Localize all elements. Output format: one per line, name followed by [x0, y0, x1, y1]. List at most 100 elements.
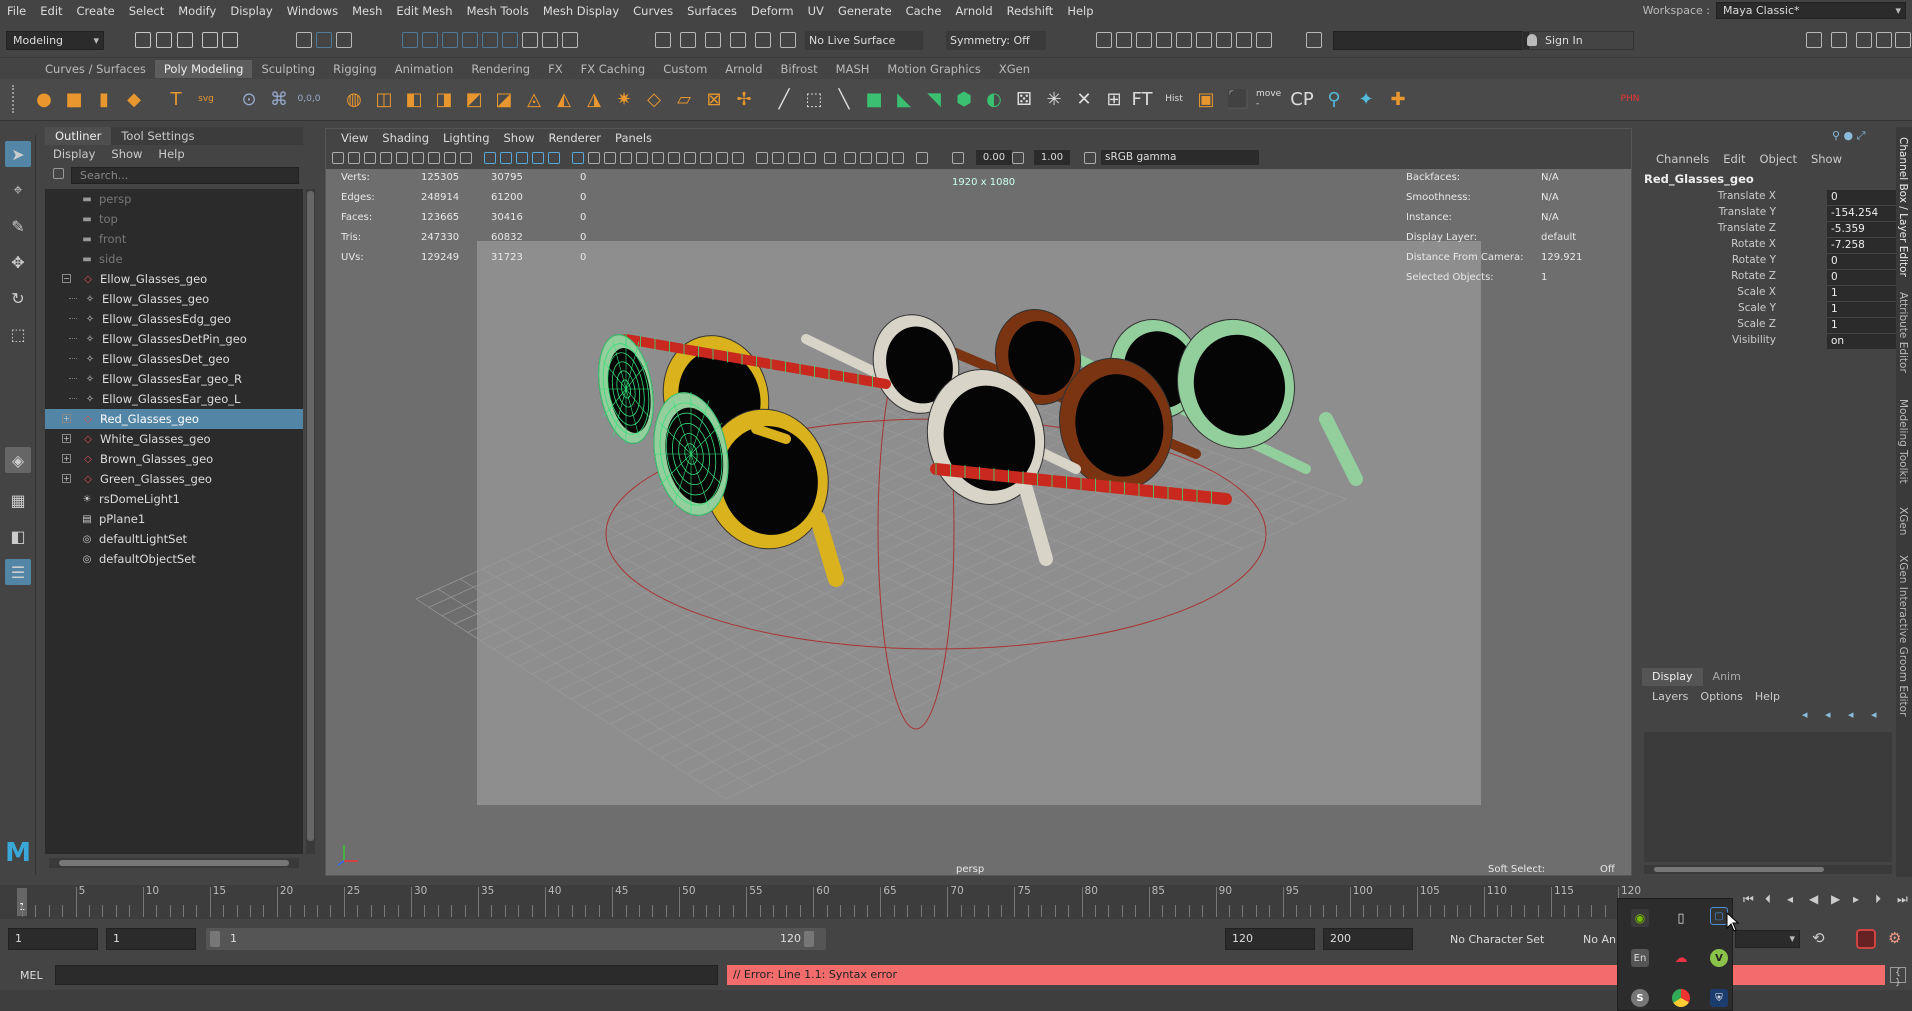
viewport-tool-icon-32[interactable]	[860, 152, 872, 164]
diamond-icon[interactable]: ◆	[120, 85, 148, 113]
shelf-menu-icon[interactable]	[12, 85, 22, 113]
move-icon[interactable]: move -	[1256, 85, 1284, 113]
render-current-icon[interactable]	[1116, 32, 1132, 48]
viewport-tool-icon-25[interactable]	[732, 152, 744, 164]
menu-cache[interactable]: Cache	[899, 4, 949, 18]
viewport-tool-icon-29[interactable]	[804, 152, 816, 164]
viewport-tool-icon-2[interactable]	[348, 152, 360, 164]
channel-box-object-name[interactable]: Red_Glasses_geo	[1644, 172, 1754, 186]
play-forward-icon[interactable]: ▶	[1831, 892, 1840, 906]
layer-up-icon[interactable]: ◂	[1802, 708, 1808, 721]
step-forward-icon[interactable]: ▸	[1853, 892, 1859, 906]
creative-cloud-icon[interactable]: ☁	[1672, 949, 1690, 967]
select-component-icon[interactable]	[336, 32, 352, 48]
outliner-node-ellow-glassesdetpin-geo[interactable]: ✧ Ellow_GlassesDetPin_geo	[45, 329, 303, 349]
menu-edit-mesh[interactable]: Edit Mesh	[389, 4, 459, 18]
language-icon[interactable]: En	[1631, 949, 1649, 967]
modeling-toolkit-icon[interactable]	[780, 32, 796, 48]
shelf-tab-curves-surfaces[interactable]: Curves / Surfaces	[36, 60, 155, 78]
layer-down-icon[interactable]: ◂	[1825, 708, 1831, 721]
step-back-key-icon[interactable]: ⏴	[1765, 892, 1771, 907]
snap-view-icon[interactable]	[482, 32, 498, 48]
menu-curves[interactable]: Curves	[626, 4, 680, 18]
viewport-tool-icon-24[interactable]	[716, 152, 728, 164]
shelf-tab-bifrost[interactable]: Bifrost	[772, 60, 827, 78]
select-object-icon[interactable]	[316, 32, 332, 48]
outliner-menu-help[interactable]: Help	[158, 147, 184, 161]
freeze-icon[interactable]: ▣	[1192, 85, 1220, 113]
viewport-tool-icon-34[interactable]	[892, 152, 904, 164]
cleanup-icon[interactable]: ◭	[550, 85, 578, 113]
menu-create[interactable]: Create	[70, 4, 122, 18]
channel-attr-visibility[interactable]: Visibility on	[1642, 334, 1899, 350]
viewport-tool-icon-9[interactable]	[460, 152, 472, 164]
outliner-node-rsdomelight1[interactable]: ☀ rsDomeLight1	[45, 489, 303, 509]
open-scene-icon[interactable]	[156, 32, 172, 48]
menu-modify[interactable]: Modify	[171, 4, 223, 18]
play-back-icon[interactable]: ◀	[1809, 892, 1818, 906]
menu-deform[interactable]: Deform	[744, 4, 801, 18]
channel-attr-scale-x[interactable]: Scale X 1	[1642, 286, 1899, 302]
center-icon[interactable]: ✦	[1352, 85, 1380, 113]
viewport-tool-icon-20[interactable]	[652, 152, 664, 164]
shelf-tab-arnold[interactable]: Arnold	[716, 60, 771, 78]
channel-attr-scale-y[interactable]: Scale Y 1	[1642, 302, 1899, 318]
quick-select-field[interactable]	[1333, 31, 1529, 50]
bridge-icon[interactable]: ⊠	[700, 85, 728, 113]
save-scene-icon[interactable]	[177, 32, 193, 48]
snap-projected-icon[interactable]	[462, 32, 478, 48]
symmetry-dropdown[interactable]: Symmetry: Off	[946, 31, 1046, 50]
lasso-tool-icon[interactable]: ⌖	[5, 177, 31, 203]
connect-icon[interactable]: ╲	[830, 85, 858, 113]
outliner-search-input[interactable]: Search...	[71, 167, 299, 184]
green-glasses-lens-right[interactable]	[1163, 306, 1309, 462]
menu-mesh-display[interactable]: Mesh Display	[536, 4, 626, 18]
shelf-tab-animation[interactable]: Animation	[386, 60, 463, 78]
pivot-icon[interactable]: ✚	[1384, 85, 1412, 113]
channel-attr-value[interactable]: -154.254	[1827, 206, 1899, 221]
character-set-dropdown[interactable]: No Character Set	[1450, 933, 1544, 946]
white-glasses-temple[interactable]	[1019, 482, 1053, 566]
collapse-icon[interactable]: −	[62, 274, 71, 283]
channel-attr-translate-x[interactable]: Translate X 0	[1642, 190, 1899, 206]
cp-icon[interactable]: CP	[1288, 85, 1316, 113]
target-weld-icon[interactable]: ⬚	[800, 85, 828, 113]
ipr-icon[interactable]	[680, 32, 696, 48]
menu-file[interactable]: File	[0, 4, 33, 18]
viewport-menu-shading[interactable]: Shading	[375, 131, 436, 145]
go-end-icon[interactable]: ⏭	[1897, 892, 1908, 907]
circularize-icon[interactable]: ✳	[1040, 85, 1068, 113]
multi-cut-icon[interactable]: ╱	[770, 85, 798, 113]
channel-attr-value[interactable]: 0	[1827, 254, 1899, 269]
ipr-render-icon[interactable]	[1136, 32, 1152, 48]
command-input[interactable]	[55, 965, 718, 985]
shelf-tab-motion-graphics[interactable]: Motion Graphics	[878, 60, 989, 78]
append-icon[interactable]: ▱	[670, 85, 698, 113]
bevel2-icon[interactable]: ◣	[890, 85, 918, 113]
viewport-tool-icon-28[interactable]	[788, 152, 800, 164]
viewport-tool-icon-3[interactable]	[364, 152, 376, 164]
viewport-tool-icon-11[interactable]	[500, 152, 512, 164]
viewport-tool-icon-36[interactable]	[952, 152, 964, 164]
colorspace-dropdown[interactable]: sRGB gamma	[1101, 150, 1259, 165]
toggle-panel-icon[interactable]	[1306, 32, 1322, 48]
channel-menu-show[interactable]: Show	[1804, 152, 1849, 166]
anim-layer-select[interactable]	[1735, 930, 1800, 948]
outliner-node-ellow-glasses-geo[interactable]: − ◇ Ellow_Glasses_geo	[45, 269, 303, 289]
viewport-tool-icon-8[interactable]	[444, 152, 456, 164]
command-language-label[interactable]: MEL	[20, 969, 43, 982]
hypershade2-icon[interactable]	[1176, 32, 1192, 48]
snap-icon[interactable]: ⌘	[265, 85, 293, 113]
viewport-tool-icon-16[interactable]	[588, 152, 600, 164]
outliner-node-pplane1[interactable]: ▤ pPlane1	[45, 509, 303, 529]
layer-menu-options[interactable]: Options	[1694, 690, 1748, 703]
separate-icon[interactable]: ◫	[370, 85, 398, 113]
viewport-tool-icon-10[interactable]	[484, 152, 496, 164]
playback-start-field[interactable]: 1	[106, 928, 196, 950]
outliner-node-front[interactable]: ▬ front	[45, 229, 303, 249]
expand-icon[interactable]: +	[62, 434, 71, 443]
channel-attr-value[interactable]: 1	[1827, 302, 1899, 317]
channel-attr-translate-y[interactable]: Translate Y -154.254	[1642, 206, 1899, 222]
light-editor-icon[interactable]	[1216, 32, 1232, 48]
fill-hole-icon[interactable]: ◇	[640, 85, 668, 113]
